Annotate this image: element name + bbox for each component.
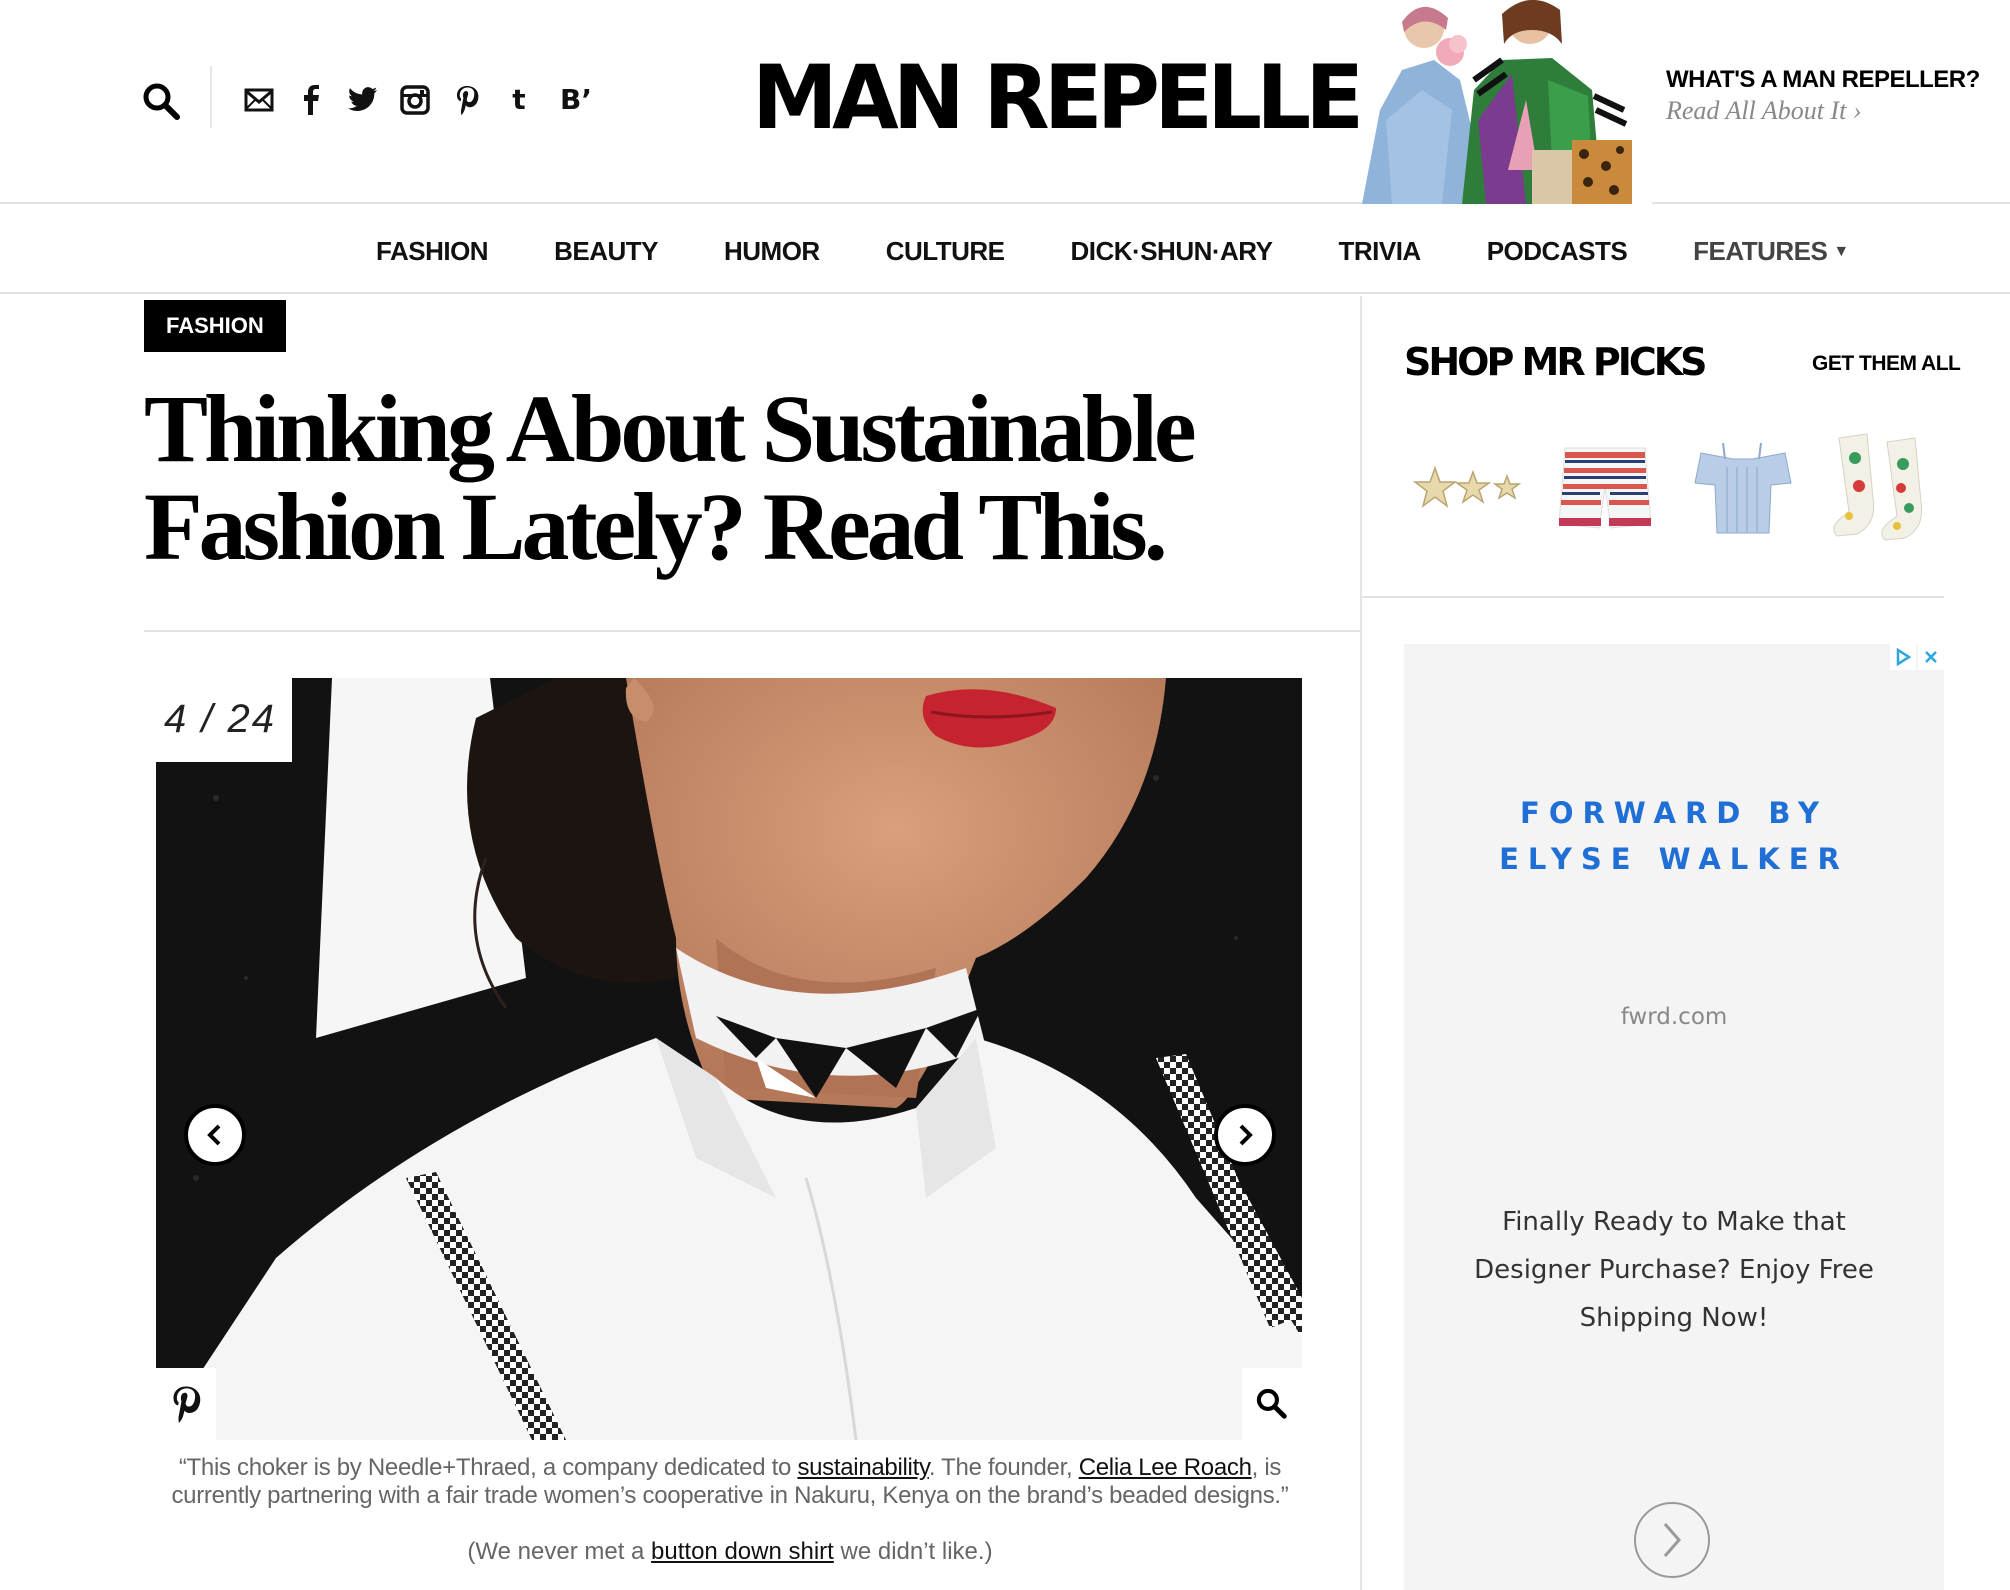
note-text-1: (We never met a bbox=[467, 1538, 652, 1565]
nav-item-humor[interactable]: HUMOR bbox=[724, 236, 820, 267]
nav-item-features-label: FEATURES bbox=[1693, 236, 1828, 266]
facebook-icon[interactable] bbox=[296, 85, 326, 115]
pick-star-hair-clip[interactable] bbox=[1404, 423, 1528, 553]
article-title: Thinking About Sustainable Fashion Latel… bbox=[144, 375, 1197, 580]
search-icon[interactable] bbox=[140, 80, 184, 124]
ad-brand-line-1: FORWARD BY bbox=[1520, 796, 1828, 830]
main-nav: FASHION BEAUTY HUMOR CULTURE DICK·SHUN·A… bbox=[0, 206, 2010, 294]
instagram-icon[interactable] bbox=[400, 85, 430, 115]
ad-close-icon[interactable] bbox=[1918, 644, 1944, 670]
header-illustration bbox=[1362, 0, 1652, 204]
twitter-icon[interactable] bbox=[348, 85, 378, 115]
site-header: t B’ MAN REPELLER WHAT'S A MAN REPELLER?… bbox=[0, 0, 2010, 204]
slide-prev-button[interactable] bbox=[184, 1104, 246, 1166]
pin-it-button[interactable] bbox=[156, 1368, 216, 1440]
column-divider bbox=[1360, 296, 1362, 1590]
nav-item-trivia[interactable]: TRIVIA bbox=[1338, 236, 1421, 267]
note-text-2: we didn’t like.) bbox=[833, 1538, 993, 1565]
link-button-down-shirt[interactable]: button down shirt bbox=[651, 1538, 834, 1565]
site-logo[interactable]: MAN REPELLER bbox=[752, 48, 1425, 148]
get-them-all-link[interactable]: GET THEM ALL bbox=[1812, 352, 1961, 376]
sidebar-ad[interactable]: FORWARD BY ELYSE WALKER fwrd.com Finally… bbox=[1404, 644, 1944, 1590]
caption-text-2: . The founder, bbox=[928, 1454, 1079, 1481]
magnifier-icon bbox=[1256, 1388, 1287, 1419]
social-links: t B’ bbox=[244, 78, 596, 122]
chevron-left-icon bbox=[207, 1124, 221, 1146]
email-icon[interactable] bbox=[244, 85, 274, 115]
link-celia-lee-roach[interactable]: Celia Lee Roach bbox=[1079, 1454, 1252, 1481]
whats-a-man-repeller-link[interactable]: WHAT'S A MAN REPELLER? Read All About It… bbox=[1666, 66, 1980, 126]
nav-item-culture[interactable]: CULTURE bbox=[886, 236, 1005, 267]
nav-item-fashion[interactable]: FASHION bbox=[376, 236, 489, 267]
caret-down-icon: ▼ bbox=[1833, 243, 1849, 260]
chevron-right-icon bbox=[1239, 1124, 1253, 1146]
tumblr-icon[interactable]: t bbox=[504, 85, 534, 115]
sidebar-divider bbox=[1362, 596, 1944, 598]
bloglovin-icon[interactable]: B’ bbox=[556, 85, 596, 115]
pinterest-icon bbox=[173, 1386, 201, 1423]
pick-dinosaur-socks[interactable] bbox=[1820, 423, 1944, 553]
ad-next-button[interactable] bbox=[1634, 1502, 1710, 1578]
ad-brand-line-2: ELYSE WALKER bbox=[1499, 842, 1849, 876]
shop-mr-picks-title: SHOP MR PICKS bbox=[1404, 340, 1708, 384]
link-sustainability[interactable]: sustainability bbox=[797, 1454, 929, 1481]
title-divider bbox=[144, 630, 1360, 632]
shop-picks-row bbox=[1404, 418, 1944, 558]
read-all-about-it: Read All About It › bbox=[1666, 96, 1862, 125]
adchoices-icon[interactable] bbox=[1890, 644, 1916, 670]
caption-text-1: “This choker is by Needle+Thraed, a comp… bbox=[178, 1454, 798, 1481]
whats-title: WHAT'S A MAN REPELLER? bbox=[1666, 66, 1980, 93]
nav-item-beauty[interactable]: BEAUTY bbox=[554, 236, 658, 267]
slide-counter: 4 / 24 bbox=[148, 678, 292, 762]
slideshow-image bbox=[156, 678, 1302, 1440]
ad-badges bbox=[1890, 644, 1944, 670]
nav-item-podcasts[interactable]: PODCASTS bbox=[1487, 236, 1628, 267]
slide-note: (We never met a button down shirt we did… bbox=[164, 1538, 1296, 1566]
header-divider bbox=[210, 66, 212, 128]
chevron-right-icon bbox=[1663, 1523, 1681, 1557]
nav-item-dictionary[interactable]: DICK·SHUN·ARY bbox=[1070, 236, 1272, 267]
nav-item-features[interactable]: FEATURES ▼ bbox=[1693, 236, 1849, 267]
zoom-button[interactable] bbox=[1242, 1368, 1302, 1440]
slide-caption: “This choker is by Needle+Thraed, a comp… bbox=[164, 1454, 1296, 1510]
pick-blue-off-shoulder-top[interactable] bbox=[1681, 423, 1805, 553]
ad-copy: Finally Ready to Make that Designer Purc… bbox=[1474, 1207, 1874, 1333]
ad-url: fwrd.com bbox=[1620, 1004, 1728, 1030]
pinterest-icon[interactable] bbox=[452, 85, 482, 115]
pick-striped-shorts[interactable] bbox=[1543, 423, 1667, 553]
category-tag[interactable]: FASHION bbox=[144, 300, 286, 352]
ad-brand-name[interactable]: FORWARD BY ELYSE WALKER bbox=[1404, 790, 1944, 882]
slide-next-button[interactable] bbox=[1214, 1104, 1276, 1166]
